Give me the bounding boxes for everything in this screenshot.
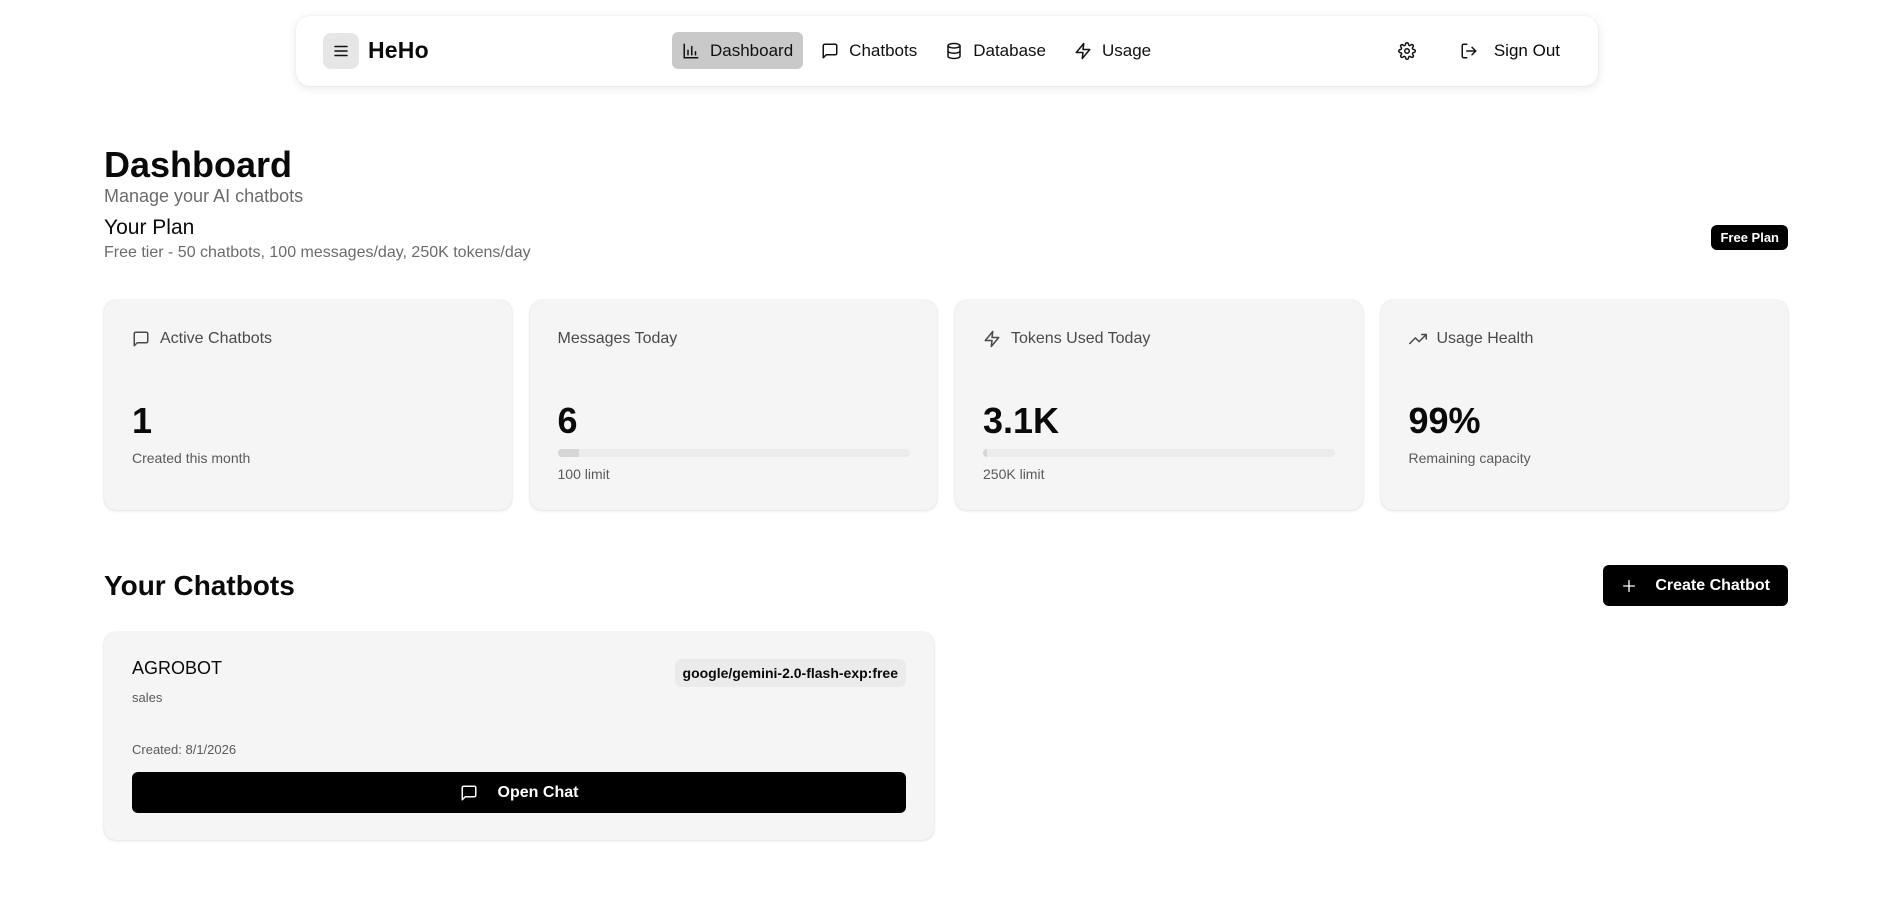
message-square-icon <box>822 43 838 58</box>
nav-item-chatbots[interactable]: Chatbots <box>811 32 927 69</box>
stat-subtext: 100 limit <box>557 466 610 482</box>
stat-card-usage-health: Usage Health 99% Remaining capacity <box>1380 300 1788 510</box>
plan-title: Your Plan <box>104 216 195 239</box>
create-chatbot-label: Create Chatbot <box>1655 576 1770 594</box>
main-nav: Dashboard Chatbots Database Usage <box>672 32 1161 69</box>
menu-icon <box>334 45 348 57</box>
stat-title: Tokens Used Today <box>1011 330 1151 347</box>
progress-fill <box>557 449 579 457</box>
message-square-icon <box>133 331 149 347</box>
gear-icon <box>1397 42 1416 60</box>
stat-title: Usage Health <box>1436 330 1534 347</box>
nav-item-label: Usage <box>1102 40 1152 60</box>
model-badge: google/gemini-2.0-flash-exp:free <box>674 659 906 687</box>
stat-card-messages-today: Messages Today 6 100 limit <box>529 300 937 510</box>
stat-card-active-chatbots: Active Chatbots 1 Created this month <box>104 300 512 510</box>
chatbot-category: sales <box>132 690 163 705</box>
stat-header: Messages Today <box>558 328 910 350</box>
message-square-icon <box>461 785 477 800</box>
open-chat-button[interactable]: Open Chat <box>132 772 906 813</box>
nav-item-label: Database <box>973 40 1046 60</box>
progress-fill <box>983 449 988 457</box>
open-chat-label: Open Chat <box>497 783 579 801</box>
tokens-progress-bar <box>983 449 1335 457</box>
log-out-icon <box>1461 43 1477 59</box>
stat-subtext: Remaining capacity <box>1408 450 1531 466</box>
messages-progress-bar <box>557 449 910 457</box>
stat-title: Messages Today <box>557 330 678 347</box>
nav-item-dashboard[interactable]: Dashboard <box>672 32 804 69</box>
stat-header: Usage Health <box>1408 328 1761 350</box>
stat-header: Tokens Used Today <box>983 328 1335 350</box>
chatbot-name: AGROBOT <box>132 658 223 678</box>
database-icon <box>947 42 961 59</box>
stat-value: 1 <box>132 400 153 441</box>
nav-item-label: Chatbots <box>849 40 918 60</box>
nav-item-usage[interactable]: Usage <box>1064 32 1161 69</box>
stats-grid: Active Chatbots 1 Created this month Mes… <box>104 300 1788 510</box>
stat-subtext: Created this month <box>132 450 251 466</box>
nav-item-database[interactable]: Database <box>935 32 1056 69</box>
trending-up-icon <box>1408 333 1427 345</box>
bar-chart-icon <box>683 43 699 58</box>
sign-out-button[interactable]: Sign Out <box>1450 32 1570 70</box>
zap-icon <box>984 330 1000 348</box>
page-subtitle: Manage your AI chatbots <box>104 186 304 206</box>
menu-button[interactable] <box>323 33 359 69</box>
stat-header: Active Chatbots <box>132 328 484 350</box>
create-chatbot-button[interactable]: Create Chatbot <box>1603 565 1788 606</box>
nav-actions: Sign Out <box>1388 32 1570 70</box>
chatbots-section-title: Your Chatbots <box>104 570 295 601</box>
top-navbar: HeHo Dashboard Chatbots Database Usage S… <box>296 16 1598 86</box>
nav-item-label: Dashboard <box>710 40 794 60</box>
stat-card-tokens-used: Tokens Used Today 3.1K 250K limit <box>955 300 1363 510</box>
chatbot-created-date: Created: 8/1/2026 <box>132 742 237 757</box>
plan-description: Free tier - 50 chatbots, 100 messages/da… <box>104 244 531 261</box>
settings-button[interactable] <box>1388 32 1426 70</box>
sign-out-label: Sign Out <box>1493 41 1560 60</box>
stat-value: 6 <box>557 400 578 441</box>
stat-value: 99% <box>1408 400 1481 441</box>
stat-title: Active Chatbots <box>160 330 273 347</box>
plan-badge: Free Plan <box>1711 225 1788 250</box>
chatbot-card: AGROBOT sales google/gemini-2.0-flash-ex… <box>104 632 934 840</box>
stat-subtext: 250K limit <box>983 466 1045 482</box>
plus-icon <box>1623 579 1636 592</box>
brand-logo-text[interactable]: HeHo <box>368 37 429 64</box>
page-title: Dashboard <box>104 144 293 185</box>
stat-value: 3.1K <box>983 400 1060 441</box>
zap-icon <box>1075 42 1091 59</box>
